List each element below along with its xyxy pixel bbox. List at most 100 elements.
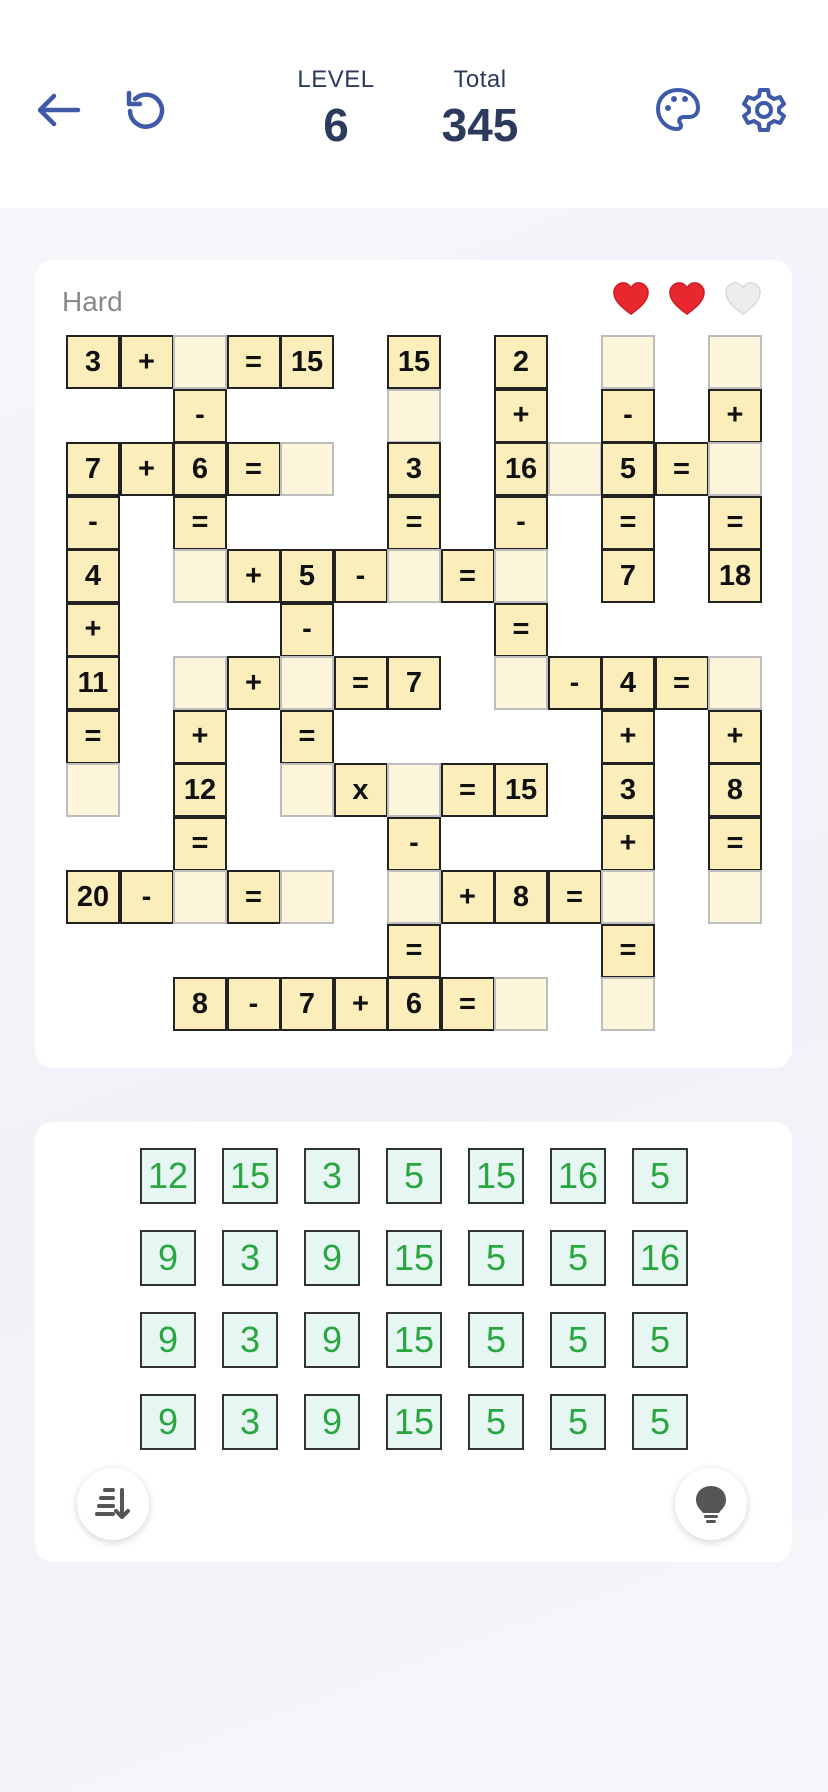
grid-cell-empty[interactable] <box>494 656 548 710</box>
grid-cell: 7 <box>387 656 441 710</box>
grid-cell: = <box>494 602 548 657</box>
grid-cell-empty[interactable] <box>173 549 227 603</box>
lives-indicator <box>612 280 762 318</box>
number-tile[interactable]: 15 <box>386 1312 442 1368</box>
grid-cell: + <box>66 602 120 657</box>
number-tile[interactable]: 3 <box>222 1312 278 1368</box>
number-tile[interactable]: 5 <box>550 1230 606 1286</box>
grid-cell-empty[interactable] <box>494 549 548 603</box>
grid-cell: = <box>226 335 281 389</box>
grid-cell: 11 <box>66 656 120 710</box>
grid-cell-empty[interactable] <box>173 870 227 924</box>
number-tile[interactable]: 16 <box>550 1148 606 1204</box>
grid-cell-empty[interactable] <box>708 870 762 924</box>
grid-cell: + <box>494 388 548 443</box>
grid-cell: 3 <box>601 763 655 817</box>
grid-cell-empty[interactable] <box>601 870 655 924</box>
grid-cell: = <box>66 709 120 764</box>
grid-cell-empty[interactable] <box>280 442 334 496</box>
grid-cell-empty[interactable] <box>708 335 762 389</box>
grid-cell-empty[interactable] <box>387 388 441 443</box>
number-tile[interactable]: 5 <box>550 1312 606 1368</box>
grid-cell-empty[interactable] <box>173 656 227 710</box>
number-tile[interactable]: 9 <box>304 1312 360 1368</box>
number-tile[interactable]: 16 <box>632 1230 688 1286</box>
grid-cell: = <box>333 656 388 710</box>
grid-cell: x <box>333 763 388 817</box>
grid-cell-empty[interactable] <box>387 870 441 924</box>
grid-cell: 15 <box>280 335 334 389</box>
grid-cell: 3 <box>66 335 120 389</box>
number-tile[interactable]: 5 <box>468 1312 524 1368</box>
grid-cell: 8 <box>173 977 227 1031</box>
grid-cell: + <box>226 656 281 710</box>
number-tile[interactable]: 5 <box>468 1394 524 1450</box>
grid-cell-empty[interactable] <box>547 442 602 496</box>
grid-cell-empty[interactable] <box>387 763 441 817</box>
number-tile[interactable]: 15 <box>468 1148 524 1204</box>
back-arrow-icon <box>37 93 81 127</box>
grid-cell: 8 <box>708 763 762 817</box>
number-tile[interactable]: 5 <box>632 1394 688 1450</box>
number-tile[interactable]: 3 <box>304 1148 360 1204</box>
grid-cell: 20 <box>66 870 120 924</box>
grid-cell: - <box>66 495 120 550</box>
grid-cell: - <box>119 870 174 924</box>
number-tile[interactable]: 12 <box>140 1148 196 1204</box>
grid-cell: = <box>173 816 227 871</box>
grid-cell: 5 <box>280 549 334 603</box>
palette-icon <box>655 87 701 132</box>
number-tile[interactable]: 5 <box>550 1394 606 1450</box>
number-tile[interactable]: 9 <box>140 1312 196 1368</box>
grid-cell: 2 <box>494 335 548 389</box>
number-tile[interactable]: 9 <box>140 1230 196 1286</box>
grid-cell: 7 <box>66 442 120 496</box>
number-tile[interactable]: 15 <box>386 1394 442 1450</box>
number-bank-card: 12 15 3 5 15 16 5 9 3 9 15 5 5 16 9 3 9 15 5 5 5 9 3 9 15 5 5 5 <box>35 1122 792 1562</box>
number-tile[interactable]: 3 <box>222 1394 278 1450</box>
number-tile[interactable]: 5 <box>632 1148 688 1204</box>
grid-cell: + <box>708 388 762 443</box>
grid-cell-empty[interactable] <box>280 763 334 817</box>
grid-cell-empty[interactable] <box>66 763 120 817</box>
grid-cell-empty[interactable] <box>601 977 655 1031</box>
grid-cell: 15 <box>494 763 548 817</box>
number-tile[interactable]: 15 <box>386 1230 442 1286</box>
number-tile[interactable]: 5 <box>468 1230 524 1286</box>
grid-cell: = <box>601 495 655 550</box>
grid-cell-empty[interactable] <box>173 335 227 389</box>
restart-button[interactable] <box>114 78 178 142</box>
grid-cell: = <box>173 495 227 550</box>
number-tile[interactable]: 5 <box>632 1312 688 1368</box>
grid-cell-empty[interactable] <box>708 656 762 710</box>
grid-cell-empty[interactable] <box>387 549 441 603</box>
back-button[interactable] <box>26 78 90 142</box>
grid-cell-empty[interactable] <box>601 335 655 389</box>
grid-cell-empty[interactable] <box>494 977 548 1031</box>
total-label: Total <box>453 66 507 93</box>
hint-button[interactable] <box>675 1468 747 1540</box>
grid-cell-empty[interactable] <box>280 870 334 924</box>
number-tile[interactable]: 9 <box>304 1230 360 1286</box>
grid-cell-empty[interactable] <box>708 442 762 496</box>
number-tile[interactable]: 5 <box>386 1148 442 1204</box>
grid-cell: = <box>601 923 655 978</box>
grid-cell: - <box>494 495 548 550</box>
number-tile[interactable]: 9 <box>304 1394 360 1450</box>
puzzle-board-card: Hard 3 + = 15 15 2- + - +7 +6 = 3 16 5 = - = = - = = 4 +5- = 7 18… <box>35 260 792 1068</box>
sort-button[interactable] <box>77 1468 149 1540</box>
grid-cell-empty[interactable] <box>280 656 334 710</box>
grid-cell: = <box>440 549 495 603</box>
game-screen: LEVEL 6 Total 345 Hard 3 + = 15 15 2 - +… <box>0 0 828 1792</box>
grid-cell: - <box>226 977 281 1031</box>
settings-button[interactable] <box>732 78 796 142</box>
number-tile[interactable]: 9 <box>140 1394 196 1450</box>
grid-cell: - <box>173 388 227 443</box>
level-value: 6 <box>323 99 349 151</box>
grid-cell: 4 <box>601 656 655 710</box>
theme-button[interactable] <box>646 78 710 142</box>
number-tile[interactable]: 15 <box>222 1148 278 1204</box>
grid-cell: + <box>708 709 762 764</box>
number-tile[interactable]: 3 <box>222 1230 278 1286</box>
grid-cell: = <box>547 870 602 924</box>
